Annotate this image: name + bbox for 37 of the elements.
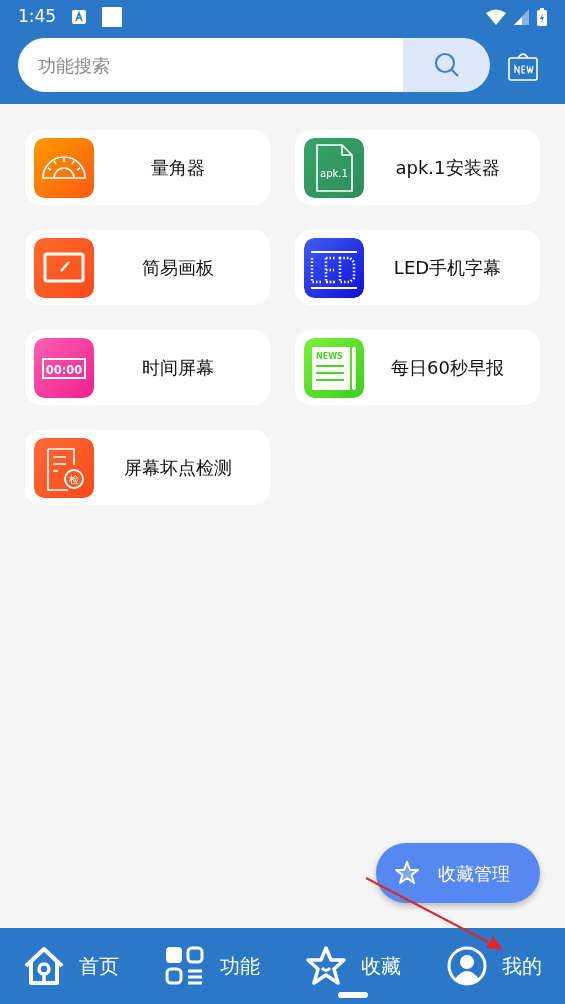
user-avatar-icon xyxy=(446,945,489,987)
file-icon: apk.1 xyxy=(304,137,364,198)
signal-icon xyxy=(514,9,529,25)
tool-card[interactable]: 00:00 时间屏幕 xyxy=(25,330,270,405)
tool-label: 每日60秒早报 xyxy=(390,356,505,380)
wifi-icon xyxy=(486,9,506,25)
nav-tab[interactable]: 收藏 xyxy=(282,928,424,1004)
led-sign-icon xyxy=(304,237,364,298)
battery-icon xyxy=(537,8,547,26)
search-field[interactable]: 功能搜索 xyxy=(18,38,403,92)
tool-card[interactable]: 量角器 xyxy=(25,130,270,205)
digital-clock-icon: 00:00 xyxy=(34,337,94,398)
report-icon: 检 xyxy=(34,437,94,498)
search-icon xyxy=(433,52,460,78)
tool-card[interactable]: 检 屏幕坏点检测 xyxy=(25,430,270,505)
tool-card[interactable]: apk.1 apk.1安装器 xyxy=(295,130,540,205)
tool-card[interactable]: LED手机字幕 xyxy=(295,230,540,305)
tablet-icon xyxy=(34,237,94,298)
tool-card[interactable]: NEWS 每日60秒早报 xyxy=(295,330,540,405)
tool-card[interactable]: 简易画板 xyxy=(25,230,270,305)
nav-tab[interactable]: 首页 xyxy=(0,928,142,1004)
newspaper-icon: NEWS xyxy=(304,337,364,398)
nav-tab[interactable]: 功能 xyxy=(141,928,283,1004)
tool-label: 时间屏幕 xyxy=(140,356,215,380)
tool-label: LED手机字幕 xyxy=(392,256,503,280)
home-icon xyxy=(22,945,65,987)
tool-label: 屏幕坏点检测 xyxy=(122,456,233,480)
star-icon xyxy=(305,945,348,987)
apps-icon xyxy=(163,945,206,987)
status-time: 1:45 xyxy=(18,5,57,29)
search-button[interactable] xyxy=(403,38,490,92)
nav-tab[interactable]: 我的 xyxy=(423,928,565,1004)
protractor-icon xyxy=(34,137,94,198)
star-icon xyxy=(394,860,420,886)
tool-label: 简易画板 xyxy=(140,256,215,280)
tool-label: apk.1安装器 xyxy=(394,156,501,180)
tool-label: 量角器 xyxy=(149,156,206,180)
